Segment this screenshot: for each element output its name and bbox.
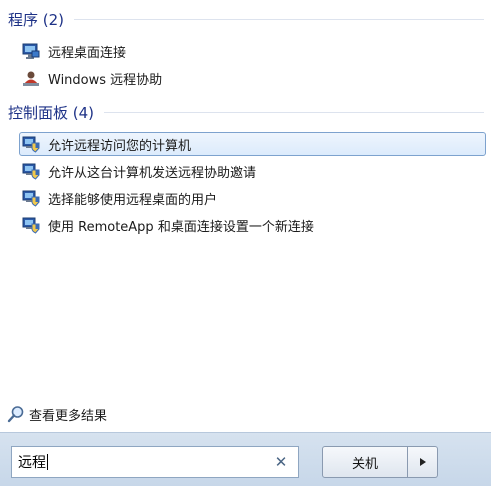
- text-caret: [47, 454, 48, 470]
- shutdown-button[interactable]: 关机: [322, 446, 408, 478]
- magnifier-icon: [7, 406, 24, 423]
- section-divider: [74, 18, 484, 20]
- section-header-programs: 程序 (2): [8, 7, 484, 31]
- start-menu-search-results: 程序 (2) 远程桌面连接 Windows 远程协助 控制面板 (4) 允许远程…: [0, 0, 491, 486]
- triangle-right-icon: [419, 458, 426, 466]
- search-query: 远程: [18, 455, 46, 471]
- result-label: 选择能够使用远程桌面的用户: [48, 192, 218, 208]
- result-label: 允许远程访问您的计算机: [48, 138, 192, 154]
- see-more-results-link[interactable]: 查看更多结果: [7, 403, 107, 425]
- result-remote-desktop-connection[interactable]: 远程桌面连接: [19, 39, 486, 63]
- remote-desktop-icon: [22, 43, 40, 59]
- shutdown-button-group: 关机: [322, 446, 438, 478]
- see-more-label: 查看更多结果: [29, 408, 108, 424]
- result-label: 允许从这台计算机发送远程协助邀请: [48, 165, 257, 181]
- close-icon[interactable]: ✕: [270, 451, 292, 473]
- result-label: 使用 RemoteApp 和桌面连接设置一个新连接: [48, 219, 314, 235]
- section-divider: [104, 111, 484, 113]
- bottom-bar: 远程 ✕ 关机: [0, 432, 491, 486]
- result-label: Windows 远程协助: [48, 72, 163, 88]
- control-panel-shield-icon: [22, 163, 40, 180]
- control-panel-shield-icon: [22, 136, 40, 153]
- shutdown-label: 关机: [351, 456, 378, 472]
- control-panel-shield-icon: [22, 190, 40, 207]
- result-windows-remote-assistance[interactable]: Windows 远程协助: [19, 66, 486, 90]
- section-title-control-panel[interactable]: 控制面板 (4): [8, 102, 94, 123]
- result-select-remote-desktop-users[interactable]: 选择能够使用远程桌面的用户: [19, 186, 486, 210]
- shutdown-options-button[interactable]: [408, 446, 438, 478]
- result-allow-assistance-invitations[interactable]: 允许从这台计算机发送远程协助邀请: [19, 159, 486, 183]
- section-header-control-panel: 控制面板 (4): [8, 100, 484, 124]
- result-label: 远程桌面连接: [48, 45, 127, 61]
- control-panel-shield-icon: [22, 217, 40, 234]
- result-remoteapp-new-connection[interactable]: 使用 RemoteApp 和桌面连接设置一个新连接: [19, 213, 486, 237]
- section-title-programs[interactable]: 程序 (2): [8, 9, 64, 30]
- result-allow-remote-access[interactable]: 允许远程访问您的计算机: [19, 132, 486, 156]
- search-input[interactable]: 远程 ✕: [11, 446, 299, 478]
- remote-assistance-icon: [23, 71, 39, 86]
- search-input-text[interactable]: 远程: [12, 452, 270, 472]
